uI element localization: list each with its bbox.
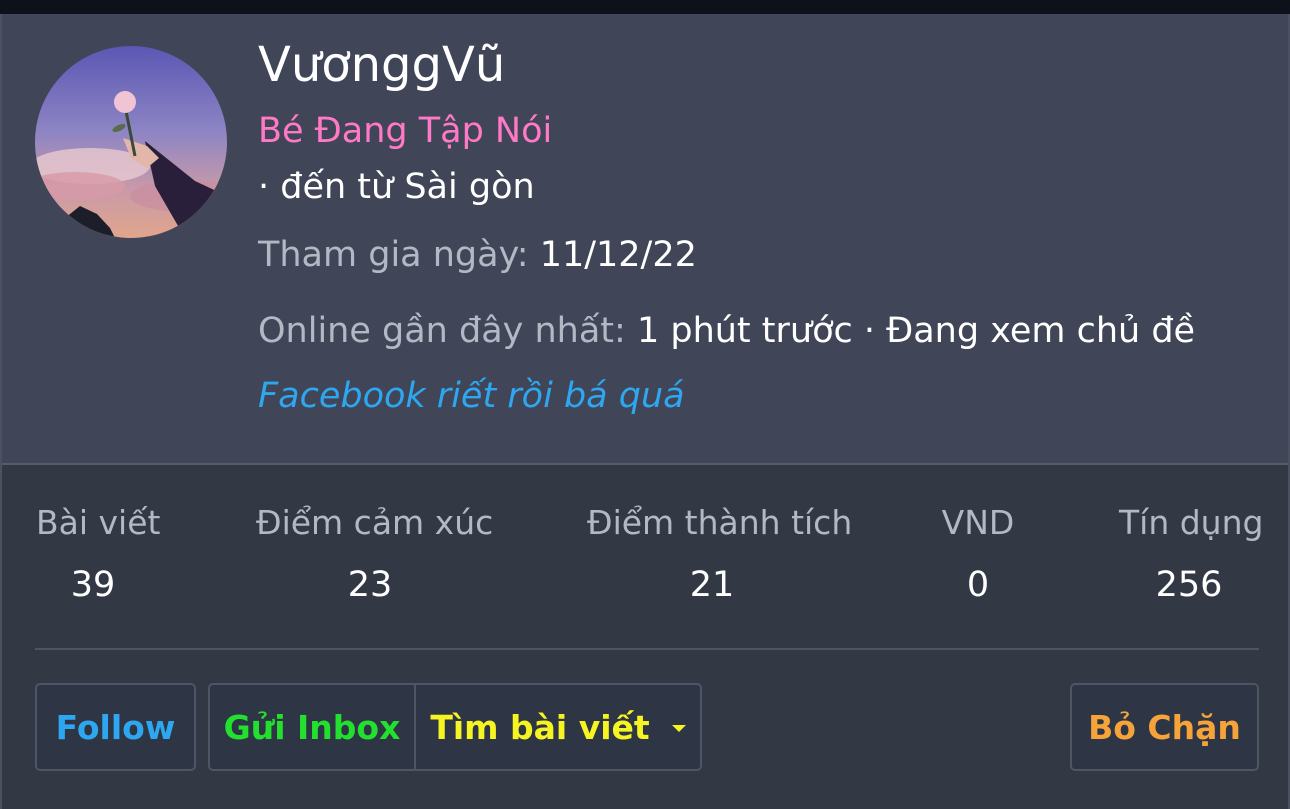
stat-label: Bài viết xyxy=(36,503,161,542)
stat-credit: Tín dụng 256 xyxy=(1119,503,1264,605)
stat-label: Tín dụng xyxy=(1119,503,1264,542)
top-bar xyxy=(0,0,1290,14)
send-inbox-button[interactable]: Gửi Inbox xyxy=(210,685,416,769)
custom-title: Facebook riết rồi bá quá xyxy=(258,376,685,416)
last-seen: Online gần đây nhất: 1 phút trước · Đang… xyxy=(258,311,1195,351)
find-posts-label: Tìm bài viết xyxy=(430,707,650,747)
stat-reaction-score[interactable]: Điểm cảm xúc 23 xyxy=(256,503,494,605)
last-seen-label: Online gần đây nhất: xyxy=(258,311,637,351)
stat-value: 0 xyxy=(966,564,990,605)
location: · đến từ Sài gòn xyxy=(258,167,535,207)
caret-down-icon xyxy=(671,725,686,732)
find-posts-button[interactable]: Tìm bài viết xyxy=(416,685,700,769)
stat-label: VND xyxy=(941,503,1015,542)
member-profile-card: VươnggVũ Bé Đang Tập Nói · đến từ Sài gò… xyxy=(0,14,1290,809)
unblock-button[interactable]: Bỏ Chặn xyxy=(1070,683,1259,771)
profile-header: VươnggVũ Bé Đang Tập Nói · đến từ Sài gò… xyxy=(2,14,1288,465)
stat-achievement-points[interactable]: Điểm thành tích 21 xyxy=(587,503,853,605)
last-seen-value[interactable]: 1 phút trước · Đang xem chủ đề xyxy=(637,311,1195,351)
stat-value: 23 xyxy=(347,564,393,605)
divider xyxy=(35,648,1259,650)
stat-value: 39 xyxy=(70,564,116,605)
joined-date: Tham gia ngày: 11/12/22 xyxy=(258,235,697,275)
username[interactable]: VươnggVũ xyxy=(258,37,505,93)
avatar-image xyxy=(35,46,227,238)
stat-vnd: VND 0 xyxy=(940,504,1016,605)
tooltip-pointer xyxy=(72,790,132,809)
stat-label: Điểm thành tích xyxy=(587,503,853,542)
user-title: Bé Đang Tập Nói xyxy=(258,111,553,151)
follow-button[interactable]: Follow xyxy=(35,683,196,771)
joined-label: Tham gia ngày: xyxy=(258,235,540,275)
joined-value: 11/12/22 xyxy=(539,235,697,275)
stat-value: 21 xyxy=(689,564,735,605)
action-button-group: Gửi Inbox Tìm bài viết xyxy=(208,683,702,771)
stat-posts[interactable]: Bài viết 39 xyxy=(36,503,161,605)
stat-label: Điểm cảm xúc xyxy=(256,503,494,542)
stat-value: 256 xyxy=(1155,564,1223,605)
avatar[interactable] xyxy=(35,46,227,238)
